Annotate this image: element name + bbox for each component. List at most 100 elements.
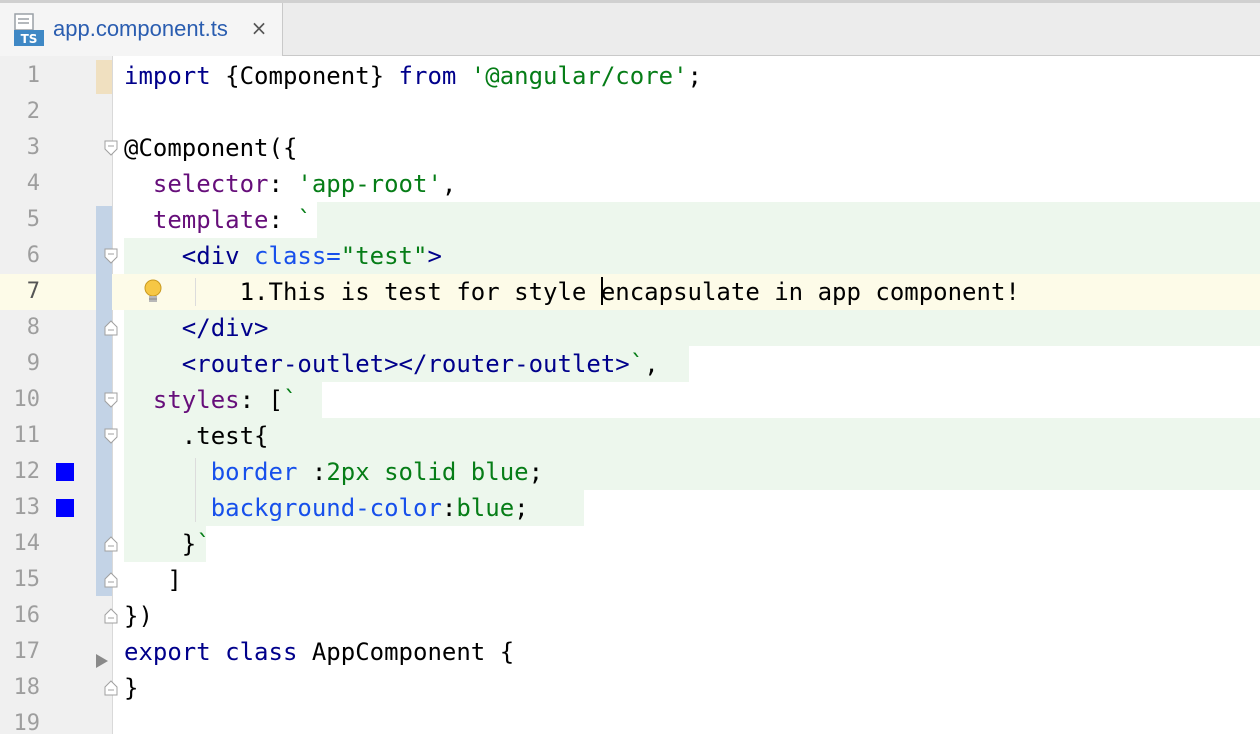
code-line[interactable]: 4 selector: 'app-root', (0, 166, 1260, 202)
code-text: border :2px solid blue; (124, 454, 543, 490)
code-line[interactable]: 15 ] (0, 562, 1260, 598)
fold-icon[interactable] (104, 608, 118, 624)
code-line[interactable]: 8 </div> (0, 310, 1260, 346)
code-text: <div class="test"> (124, 238, 442, 274)
code-line[interactable]: 16}) (0, 598, 1260, 634)
lightbulb-icon[interactable] (142, 278, 164, 306)
code-token: background-color (210, 494, 442, 522)
fold-icon[interactable] (104, 572, 118, 588)
code-token: <div (181, 242, 255, 270)
code-token: : (268, 206, 298, 234)
code-line[interactable]: 19 (0, 706, 1260, 742)
line-number: 5 (26, 207, 40, 232)
line-number: 6 (26, 243, 40, 268)
code-token: AppComponent { (311, 638, 515, 666)
code-token: . (181, 422, 197, 450)
code-token: export (124, 638, 226, 666)
line-number: 4 (26, 171, 40, 196)
fold-icon[interactable] (104, 428, 118, 444)
line-number: 9 (26, 351, 40, 376)
code-text: export class AppComponent { (124, 634, 514, 670)
code-line[interactable]: 3 @Component({ (0, 130, 1260, 166)
color-swatch-icon[interactable] (56, 499, 74, 517)
code-text: 1.This is test for style encapsulate in … (124, 274, 1020, 310)
code-token: encapsulate in app component! (600, 278, 1020, 306)
code-token: template (152, 206, 269, 234)
code-text: background-color:blue; (124, 490, 529, 526)
code-token: : [ (239, 386, 283, 414)
color-swatch-icon[interactable] (56, 463, 74, 481)
code-text: template: ` (124, 202, 312, 238)
line-number: 13 (13, 495, 41, 520)
code-line[interactable]: 14 }` (0, 526, 1260, 562)
code-line[interactable]: 1 import {Component} from '@angular/core'… (0, 58, 1260, 94)
code-token: ` (297, 206, 312, 234)
code-text: @Component({ (124, 130, 297, 166)
code-line[interactable]: 6 <div class="test"> (0, 238, 1260, 274)
code-token: @Component({ (124, 134, 298, 162)
fold-icon[interactable] (104, 680, 118, 696)
code-text: import {Component} from '@angular/core'; (124, 58, 702, 94)
code-token: : (311, 458, 327, 486)
fold-icon[interactable] (104, 140, 118, 156)
code-token: 2px solid blue (326, 458, 529, 486)
code-token: class= (254, 242, 341, 270)
code-token: > (427, 242, 442, 270)
code-token: import (124, 62, 226, 90)
code-token: test{ (196, 422, 269, 450)
code-line[interactable]: 9 <router-outlet></router-outlet>`, (0, 346, 1260, 382)
code-token: ; (528, 458, 544, 486)
code-text: styles: [` (124, 382, 298, 418)
code-line[interactable]: 7 1.This is test for style encapsulate i… (0, 274, 1260, 310)
code-token: class (225, 638, 312, 666)
code-text: ] (124, 562, 182, 598)
code-token: ` (282, 386, 298, 414)
code-text: .test{ (124, 418, 269, 454)
close-icon[interactable]: × (246, 15, 272, 41)
run-arrow-icon[interactable] (96, 654, 108, 668)
code-text: </div> (124, 310, 269, 346)
code-token: ` (196, 530, 211, 558)
fold-icon[interactable] (104, 392, 118, 408)
code-line[interactable]: 12 border :2px solid blue; (0, 454, 1260, 490)
tab-label: app.component.ts (53, 16, 228, 41)
tab-app-component[interactable]: TS app.component.ts × (0, 3, 283, 56)
code-token: ; (514, 494, 529, 522)
code-line[interactable]: 11 .test{ (0, 418, 1260, 454)
code-line[interactable]: 5 template: ` (0, 202, 1260, 238)
line-number: 14 (13, 531, 41, 556)
code-text: selector: 'app-root', (124, 166, 456, 202)
code-text: }` (124, 526, 211, 562)
line-number: 11 (13, 423, 41, 448)
code-token: {Component} (225, 62, 399, 90)
code-token: "test" (340, 242, 428, 270)
code-text: <router-outlet></router-outlet>`, (124, 346, 659, 382)
code-token: ` (629, 350, 645, 378)
fold-icon[interactable] (104, 536, 118, 552)
code-token: }) (124, 602, 153, 630)
code-line[interactable]: 18} (0, 670, 1260, 706)
line-number: 2 (26, 99, 40, 124)
code-token: </div> (181, 314, 269, 342)
code-token: selector (152, 170, 269, 198)
fold-icon[interactable] (104, 248, 118, 264)
line-number: 8 (26, 315, 40, 340)
code-line[interactable]: 10 styles: [` (0, 382, 1260, 418)
code-line[interactable]: 17 export class AppComponent { (0, 634, 1260, 670)
code-line[interactable]: 13 background-color:blue; (0, 490, 1260, 526)
code-token: ; (687, 62, 702, 90)
code-token: border (210, 458, 312, 486)
line-number: 17 (13, 639, 41, 664)
line-number: 16 (13, 603, 41, 628)
code-token: ] (124, 566, 182, 594)
fold-icon[interactable] (104, 320, 118, 336)
code-line[interactable]: 2 (0, 94, 1260, 130)
